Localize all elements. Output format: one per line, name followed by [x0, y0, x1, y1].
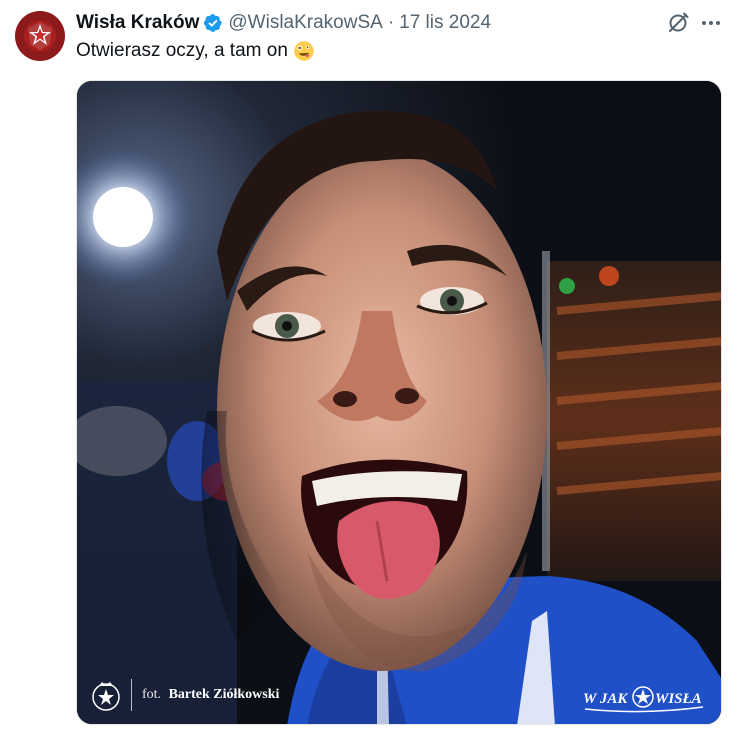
tweet-header: Wisła Kraków @WislaKrakowSA · 17 lis 202…: [76, 11, 491, 35]
credit-text: fot. Bartek Ziółkowski: [142, 687, 279, 703]
slogan-left: W JAK: [583, 691, 628, 707]
club-crest-icon: [92, 682, 120, 711]
slogan-right: WISŁA: [655, 691, 702, 707]
author-handle[interactable]: @WislaKrakowSA: [228, 12, 382, 34]
credit-prefix: fot.: [142, 687, 162, 702]
photo-credit: fot. Bartek Ziółkowski: [89, 675, 279, 715]
more-icon[interactable]: [699, 11, 723, 35]
credit-separator: [131, 679, 132, 711]
verified-badge-icon[interactable]: [203, 13, 223, 33]
slogan-logo: W JAK WISŁA: [583, 686, 704, 713]
author-name[interactable]: Wisła Kraków: [76, 12, 199, 34]
avatar[interactable]: [15, 11, 65, 61]
photographer-name: Bartek Ziółkowski: [168, 687, 280, 702]
slogan-star: [635, 689, 651, 704]
tweet-text-content: Otwierasz oczy, a tam on: [76, 40, 288, 61]
wisla-star-logo: [24, 20, 56, 52]
tweet-photo: [77, 81, 721, 724]
separator-dot: ·: [387, 12, 395, 33]
tweet-date[interactable]: 17 lis 2024: [399, 12, 491, 34]
tweet-media[interactable]: fot. Bartek Ziółkowski W JAK WISŁA: [76, 80, 722, 725]
zany-face-emoji: [294, 41, 314, 61]
grok-icon[interactable]: [666, 11, 690, 35]
tweet-text: Otwierasz oczy, a tam on: [76, 40, 315, 62]
